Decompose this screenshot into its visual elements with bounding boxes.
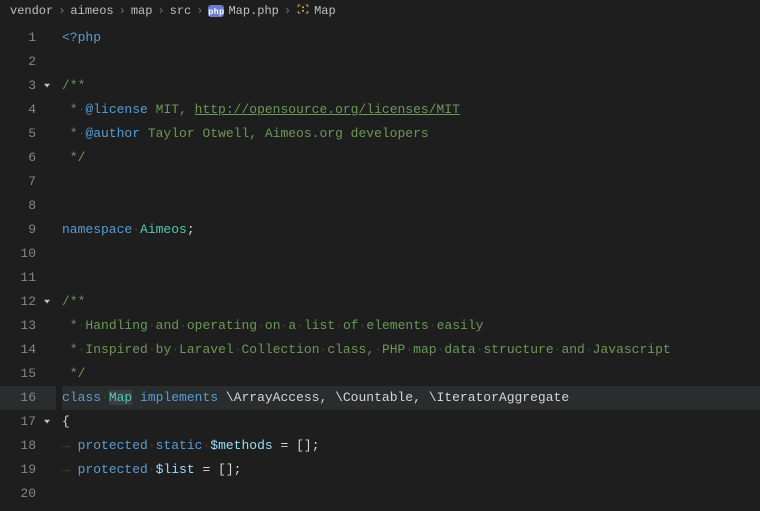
line-gutter: 1 2 3 4 5 6 7 8 9 10 11 12 13 14 15 16 1… — [0, 22, 56, 511]
breadcrumb: vendor › aimeos › map › src › php Map.ph… — [0, 0, 760, 22]
chevron-right-icon: › — [157, 4, 164, 18]
code-line[interactable]: namespace·Aimeos; — [62, 218, 760, 242]
crumb-aimeos[interactable]: aimeos — [70, 4, 113, 18]
crumb-src[interactable]: src — [170, 4, 192, 18]
code-line[interactable]: *·Inspired·by·Laravel·Collection·class,·… — [62, 338, 760, 362]
crumb-file[interactable]: php Map.php — [208, 4, 278, 18]
line-number: 9 — [12, 218, 36, 242]
code-area[interactable]: <?php /** *·@license MIT, http://opensou… — [56, 22, 760, 511]
code-line[interactable]: */ — [62, 146, 760, 170]
code-line[interactable] — [62, 170, 760, 194]
code-line[interactable] — [62, 506, 760, 511]
editor[interactable]: 1 2 3 4 5 6 7 8 9 10 11 12 13 14 15 16 1… — [0, 22, 760, 511]
line-number: 13 — [12, 314, 36, 338]
chevron-right-icon: › — [119, 4, 126, 18]
line-number: 19 — [12, 458, 36, 482]
code-line[interactable]: */ — [62, 362, 760, 386]
line-number: 6 — [12, 146, 36, 170]
code-line[interactable]: <?php — [62, 26, 760, 50]
line-number: 16 — [12, 386, 36, 410]
line-number: 14 — [12, 338, 36, 362]
crumb-map[interactable]: map — [131, 4, 153, 18]
crumb-symbol-label: Map — [314, 4, 336, 18]
fold-icon[interactable] — [41, 290, 53, 314]
line-number: 18 — [12, 434, 36, 458]
code-line[interactable]: → protected·static·$methods = []; — [62, 434, 760, 458]
line-number: 7 — [12, 170, 36, 194]
code-line[interactable]: /** — [62, 74, 760, 98]
code-line[interactable] — [62, 50, 760, 74]
line-number: 5 — [12, 122, 36, 146]
code-line[interactable]: *·@license MIT, http://opensource.org/li… — [62, 98, 760, 122]
line-number: 2 — [12, 50, 36, 74]
code-line[interactable]: { — [62, 410, 760, 434]
code-line[interactable] — [62, 266, 760, 290]
line-number: 17 — [12, 410, 36, 434]
chevron-right-icon: › — [196, 4, 203, 18]
line-number: 15 — [12, 362, 36, 386]
line-number: 12 — [12, 290, 36, 314]
code-line[interactable] — [62, 194, 760, 218]
code-line[interactable] — [62, 242, 760, 266]
line-number: 11 — [12, 266, 36, 290]
line-number: 20 — [12, 482, 36, 506]
line-number: 10 — [12, 242, 36, 266]
crumb-vendor[interactable]: vendor — [10, 4, 53, 18]
line-number: 4 — [12, 98, 36, 122]
code-line[interactable]: /** — [62, 290, 760, 314]
line-number: 21 — [12, 506, 36, 511]
chevron-right-icon: › — [284, 4, 291, 18]
code-line[interactable]: class·Map·implements \ArrayAccess, \Coun… — [62, 386, 760, 410]
fold-icon[interactable] — [41, 74, 53, 98]
line-number: 3 — [12, 74, 36, 98]
crumb-symbol[interactable]: Map — [296, 2, 336, 20]
code-line[interactable]: → protected·$list = []; — [62, 458, 760, 482]
chevron-right-icon: › — [58, 4, 65, 18]
crumb-file-label: Map.php — [228, 4, 278, 18]
php-file-icon: php — [208, 5, 224, 17]
symbol-class-icon — [296, 2, 310, 20]
line-number: 1 — [12, 26, 36, 50]
code-line[interactable] — [62, 482, 760, 506]
code-line[interactable]: *·@author Taylor Otwell, Aimeos.org deve… — [62, 122, 760, 146]
code-line[interactable]: *·Handling·and·operating·on·a·list·of·el… — [62, 314, 760, 338]
fold-icon[interactable] — [41, 410, 53, 434]
line-number: 8 — [12, 194, 36, 218]
